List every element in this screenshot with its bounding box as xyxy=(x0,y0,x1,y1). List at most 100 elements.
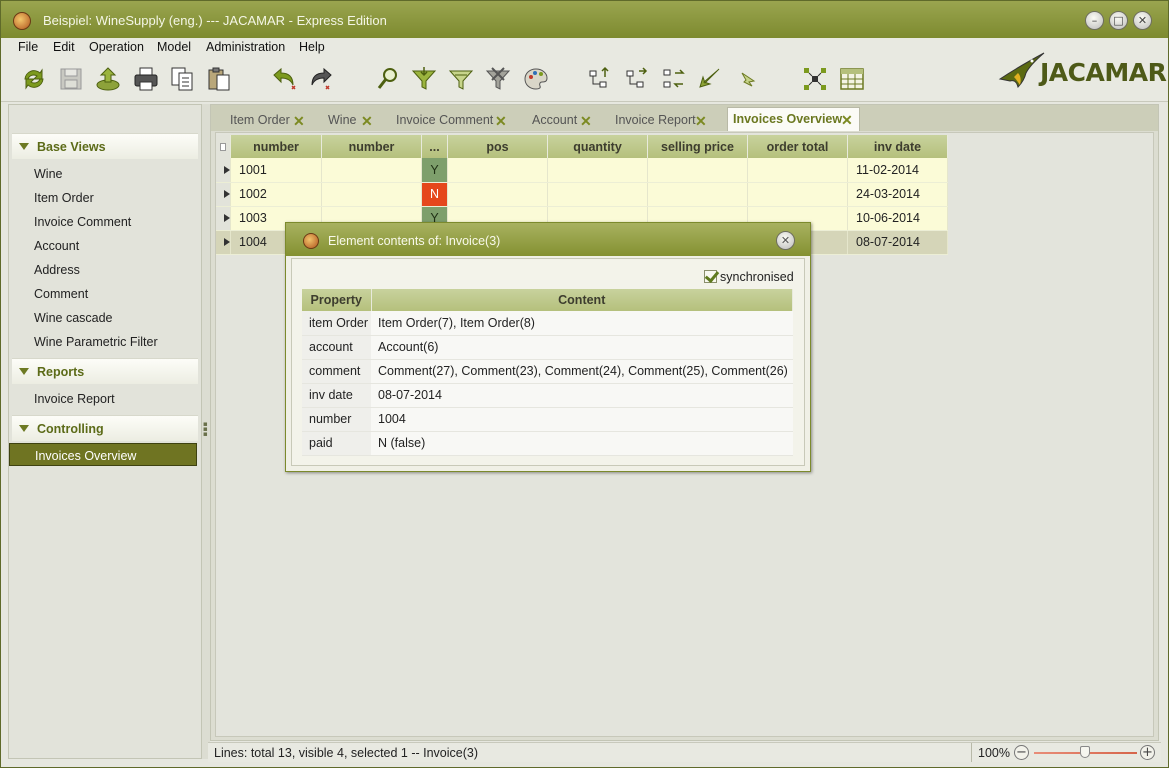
checkbox-checked-icon[interactable] xyxy=(704,270,717,283)
cell-inv-date[interactable]: 24-03-2014 xyxy=(847,182,948,207)
column-header-number-2[interactable]: number xyxy=(321,135,422,158)
close-tab-icon[interactable]: ✕ xyxy=(495,114,507,128)
cell-number-2[interactable] xyxy=(321,158,422,183)
cell-number-2[interactable] xyxy=(321,182,422,207)
close-button[interactable]: ✕ xyxy=(1133,11,1152,30)
cell-paid-flag[interactable]: N xyxy=(421,182,448,207)
property-value[interactable]: Item Order(7), Item Order(8) xyxy=(371,311,793,336)
close-tab-icon[interactable]: ✕ xyxy=(580,114,592,128)
collapse-triangle-icon[interactable] xyxy=(19,143,29,150)
menu-file[interactable]: File xyxy=(18,40,38,54)
paste-icon[interactable] xyxy=(205,65,233,93)
row-expand-icon[interactable] xyxy=(216,230,231,255)
sidebar-item-invoice-comment[interactable]: Invoice Comment xyxy=(34,215,131,229)
zoom-slider-thumb[interactable] xyxy=(1080,746,1090,758)
minimize-button[interactable]: – xyxy=(1085,11,1104,30)
menu-administration[interactable]: Administration xyxy=(206,40,285,54)
table-row[interactable]: number 1004 xyxy=(302,407,793,432)
filter-edit-icon[interactable] xyxy=(447,65,475,93)
save-icon[interactable] xyxy=(57,65,85,93)
sidebar-section-controlling[interactable]: Controlling xyxy=(12,415,198,441)
sidebar-section-reports[interactable]: Reports xyxy=(12,358,198,384)
sidebar-item-wine[interactable]: Wine xyxy=(34,167,62,181)
cell-quantity[interactable] xyxy=(547,182,648,207)
property-value[interactable]: Account(6) xyxy=(371,335,793,360)
cell-order-total[interactable] xyxy=(747,158,848,183)
menu-help[interactable]: Help xyxy=(299,40,325,54)
sidebar-section-base-views[interactable]: Base Views xyxy=(12,133,198,159)
sidebar-item-account[interactable]: Account xyxy=(34,239,79,253)
property-value[interactable]: Comment(27), Comment(23), Comment(24), C… xyxy=(371,359,793,384)
property-value[interactable]: 1004 xyxy=(371,407,793,432)
export-icon[interactable] xyxy=(94,65,122,93)
sidebar-item-item-order[interactable]: Item Order xyxy=(34,191,94,205)
cell-paid-flag[interactable]: Y xyxy=(421,158,448,183)
column-header-quantity[interactable]: quantity xyxy=(547,135,648,158)
sidebar-item-wine-cascade[interactable]: Wine cascade xyxy=(34,311,113,325)
sidebar-item-wine-parametric-filter[interactable]: Wine Parametric Filter xyxy=(34,335,158,349)
collapse-triangle-icon[interactable] xyxy=(19,368,29,375)
row-expand-icon[interactable] xyxy=(216,182,231,207)
tab-wine[interactable]: Wine ✕ xyxy=(319,109,381,131)
cell-selling-price[interactable] xyxy=(647,158,748,183)
row-expand-icon[interactable] xyxy=(216,158,231,183)
sidebar-item-comment[interactable]: Comment xyxy=(34,287,88,301)
sidebar-item-address[interactable]: Address xyxy=(34,263,80,277)
table-view-icon[interactable] xyxy=(838,65,866,93)
cell-selling-price[interactable] xyxy=(647,182,748,207)
column-header-number[interactable]: number xyxy=(230,135,322,158)
cell-inv-date[interactable]: 10-06-2014 xyxy=(847,206,948,231)
menu-edit[interactable]: Edit xyxy=(53,40,75,54)
redo-icon[interactable] xyxy=(307,65,335,93)
splitter-grip-icon[interactable]: ▪ ▪ ▪ xyxy=(203,421,208,438)
dialog-title-bar[interactable]: Element contents of: Invoice(3) ✕ xyxy=(286,223,810,256)
column-header-content[interactable]: Content xyxy=(371,289,793,311)
property-value[interactable]: 08-07-2014 xyxy=(371,383,793,408)
cell-number[interactable]: 1001 xyxy=(230,158,322,183)
column-header-order-total[interactable]: order total xyxy=(747,135,848,158)
table-row[interactable]: paid N (false) xyxy=(302,431,793,456)
table-row[interactable]: item Order Item Order(7), Item Order(8) xyxy=(302,311,793,336)
arrow-down-right-icon[interactable] xyxy=(734,65,762,93)
table-row[interactable]: inv date 08-07-2014 xyxy=(302,383,793,408)
column-header-inv-date[interactable]: inv date xyxy=(847,135,948,158)
cell-number[interactable]: 1002 xyxy=(230,182,322,207)
row-expand-icon[interactable] xyxy=(216,206,231,231)
sidebar-item-invoices-overview[interactable]: Invoices Overview xyxy=(9,443,197,466)
column-header-property[interactable]: Property xyxy=(302,289,372,311)
filter-clear-icon[interactable] xyxy=(484,65,512,93)
menu-model[interactable]: Model xyxy=(157,40,191,54)
sidebar-item-invoice-report[interactable]: Invoice Report xyxy=(34,392,115,406)
synchronised-checkbox[interactable]: synchronised xyxy=(704,268,794,284)
print-icon[interactable] xyxy=(132,65,160,93)
collapse-triangle-icon[interactable] xyxy=(19,425,29,432)
tab-invoice-report[interactable]: Invoice Report ✕ xyxy=(606,109,716,131)
zoom-in-button[interactable]: + xyxy=(1140,745,1155,760)
zoom-out-button[interactable]: − xyxy=(1014,745,1029,760)
tab-item-order[interactable]: Item Order ✕ xyxy=(221,109,313,131)
column-header-pos[interactable]: pos xyxy=(447,135,548,158)
table-row[interactable]: 1002 N 24-03-2014 xyxy=(216,182,948,207)
filter-icon[interactable] xyxy=(410,65,438,93)
table-row[interactable]: 1001 Y 11-02-2014 xyxy=(216,158,948,183)
property-value[interactable]: N (false) xyxy=(371,431,793,456)
refresh-icon[interactable] xyxy=(20,65,48,93)
dialog-close-button[interactable]: ✕ xyxy=(776,231,795,250)
table-row[interactable]: account Account(6) xyxy=(302,335,793,360)
network-icon[interactable] xyxy=(801,65,829,93)
column-header-paid[interactable]: ... xyxy=(421,135,448,158)
element-contents-dialog[interactable]: Element contents of: Invoice(3) ✕ synchr… xyxy=(285,222,811,472)
sidebar-splitter[interactable]: ▪ ▪ ▪ xyxy=(202,104,210,759)
table-row[interactable]: comment Comment(27), Comment(23), Comment… xyxy=(302,359,793,384)
menu-operation[interactable]: Operation xyxy=(89,40,144,54)
palette-icon[interactable] xyxy=(522,65,550,93)
cell-order-total[interactable] xyxy=(747,182,848,207)
tab-invoice-comment[interactable]: Invoice Comment ✕ xyxy=(387,109,515,131)
cell-quantity[interactable] xyxy=(547,158,648,183)
search-icon[interactable] xyxy=(374,65,402,93)
title-bar[interactable]: Beispiel: WineSupply (eng.) --- JACAMAR … xyxy=(1,1,1168,38)
cell-inv-date[interactable]: 11-02-2014 xyxy=(847,158,948,183)
cell-pos[interactable] xyxy=(447,182,548,207)
close-tab-icon[interactable]: ✕ xyxy=(841,113,853,127)
cell-pos[interactable] xyxy=(447,158,548,183)
